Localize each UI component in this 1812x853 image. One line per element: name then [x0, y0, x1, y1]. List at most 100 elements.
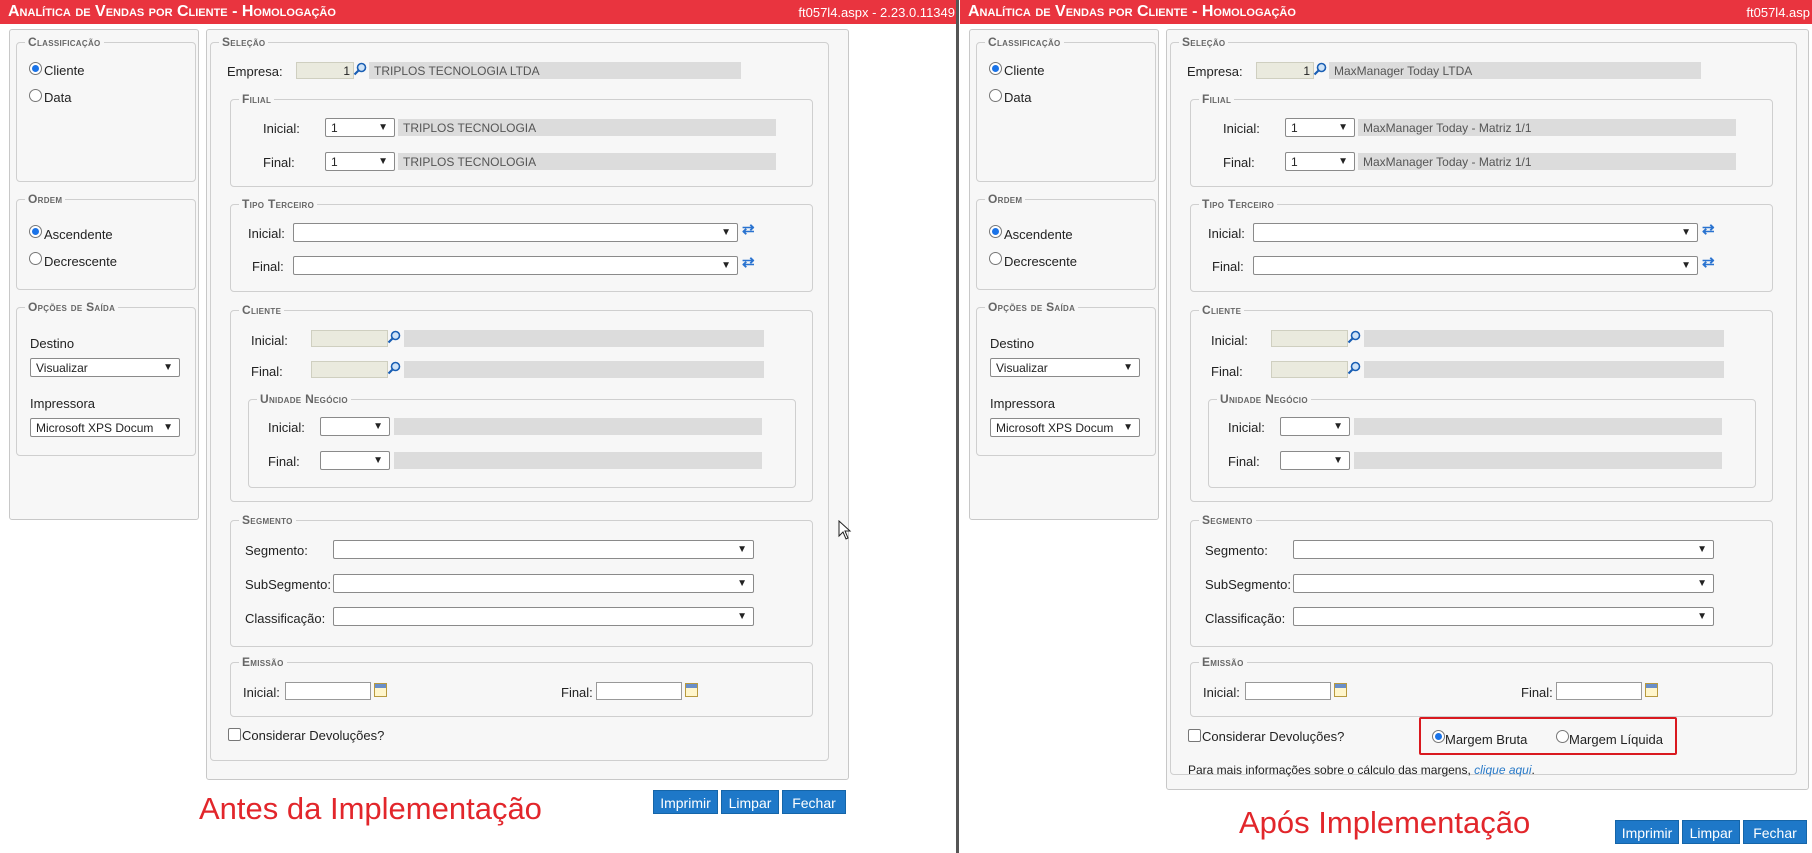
chevron-down-icon: ▼	[721, 227, 731, 238]
chevron-down-icon: ▼	[1123, 422, 1133, 433]
radio-decrescente[interactable]	[989, 252, 1002, 265]
radio-ascendente[interactable]	[989, 225, 1002, 238]
emissao-inicial-input[interactable]	[285, 682, 371, 700]
calendar-icon[interactable]	[1645, 683, 1658, 697]
limpar-button[interactable]: Limpar	[721, 790, 779, 814]
devolucoes-label: Considerar Devoluções?	[1202, 729, 1345, 744]
filial-final-select[interactable]: 1 ▼	[1285, 152, 1355, 171]
classificacao-group: Classificação	[16, 35, 196, 182]
unidade-inicial-name	[1354, 418, 1722, 435]
search-icon[interactable]	[1313, 62, 1327, 76]
subsegmento-select[interactable]: ▼	[1293, 574, 1714, 593]
tipo-final-select[interactable]: ▼	[293, 256, 738, 275]
clique-aqui-link[interactable]: clique aqui	[1474, 763, 1531, 777]
cliente-inicial-label: Inicial:	[1211, 333, 1248, 348]
refresh-icon[interactable]: ⇄	[1702, 222, 1715, 238]
classificacao-label: Classificação:	[1205, 611, 1286, 626]
chevron-down-icon: ▼	[1697, 611, 1707, 622]
impressora-select[interactable]: Microsoft XPS Docum ▼	[30, 418, 180, 437]
search-icon[interactable]	[353, 62, 367, 76]
filial-inicial-select[interactable]: 1 ▼	[325, 118, 395, 137]
emissao-final-input[interactable]	[1556, 682, 1642, 700]
margem-info: Para mais informações sobre o cálculo da…	[1188, 763, 1535, 777]
emissao-inicial-input[interactable]	[1245, 682, 1331, 700]
refresh-icon[interactable]: ⇄	[742, 222, 755, 238]
search-icon[interactable]	[387, 330, 401, 344]
calendar-icon[interactable]	[1334, 683, 1347, 697]
filial-final-name: TRIPLOS TECNOLOGIA	[398, 153, 776, 170]
unidade-inicial-name	[394, 418, 762, 435]
subsegmento-select[interactable]: ▼	[333, 574, 754, 593]
filial-inicial-label: Inicial:	[1223, 121, 1260, 136]
radio-data[interactable]	[29, 89, 42, 102]
radio-margem-bruta[interactable]	[1432, 730, 1445, 743]
radio-cliente[interactable]	[29, 62, 42, 75]
segmento-label: Segmento:	[245, 543, 308, 558]
radio-cliente-label: Cliente	[1004, 63, 1045, 78]
emissao-inicial-label: Inicial:	[243, 685, 280, 700]
chevron-down-icon: ▼	[1338, 122, 1348, 133]
cliente-final-name	[404, 361, 764, 378]
cliente-inicial-code[interactable]	[311, 330, 388, 347]
cliente-inicial-name	[1364, 330, 1724, 347]
impressora-label: Impressora	[30, 396, 96, 411]
window-title: Analítica de Vendas por Cliente - Homolo…	[8, 3, 336, 20]
search-icon[interactable]	[1347, 330, 1361, 344]
filial-final-select[interactable]: 1 ▼	[325, 152, 395, 171]
radio-ascendente[interactable]	[29, 225, 42, 238]
classificacao-select[interactable]: ▼	[333, 607, 754, 626]
fechar-button[interactable]: Fechar	[1743, 820, 1807, 844]
destino-select[interactable]: Visualizar ▼	[990, 358, 1140, 377]
calendar-icon[interactable]	[374, 683, 387, 697]
chevron-down-icon: ▼	[373, 455, 383, 466]
impressora-select[interactable]: Microsoft XPS Docum ▼	[990, 418, 1140, 437]
unidade-final-select[interactable]: ▼	[320, 451, 390, 470]
fechar-button[interactable]: Fechar	[782, 790, 846, 814]
destino-select[interactable]: Visualizar ▼	[30, 358, 180, 377]
cliente-final-code[interactable]	[1271, 361, 1348, 378]
empresa-name-field: TRIPLOS TECNOLOGIA LTDA	[369, 62, 741, 79]
devolucoes-checkbox[interactable]	[1188, 729, 1201, 742]
tipo-inicial-label: Inicial:	[1208, 226, 1245, 241]
tipo-final-label: Final:	[1212, 259, 1244, 274]
refresh-icon[interactable]: ⇄	[1702, 255, 1715, 271]
imprimir-button[interactable]: Imprimir	[653, 790, 718, 814]
unidade-inicial-select[interactable]: ▼	[1280, 417, 1350, 436]
cliente-final-code[interactable]	[311, 361, 388, 378]
refresh-icon[interactable]: ⇄	[742, 255, 755, 271]
radio-decrescente[interactable]	[29, 252, 42, 265]
radio-cliente[interactable]	[989, 62, 1002, 75]
chevron-down-icon: ▼	[373, 421, 383, 432]
search-icon[interactable]	[1347, 361, 1361, 375]
chevron-down-icon: ▼	[1681, 260, 1691, 271]
impressora-label: Impressora	[990, 396, 1056, 411]
radio-margem-liquida[interactable]	[1556, 730, 1569, 743]
chevron-down-icon: ▼	[737, 611, 747, 622]
search-icon[interactable]	[387, 361, 401, 375]
radio-data[interactable]	[989, 89, 1002, 102]
segmento-select[interactable]: ▼	[333, 540, 754, 559]
empresa-code-field[interactable]: 1	[296, 62, 354, 79]
emissao-final-input[interactable]	[596, 682, 682, 700]
limpar-button[interactable]: Limpar	[1682, 820, 1740, 844]
filial-final-name: MaxManager Today - Matriz 1/1	[1358, 153, 1736, 170]
chevron-down-icon: ▼	[1333, 421, 1343, 432]
screen-divider	[956, 0, 959, 853]
segmento-select[interactable]: ▼	[1293, 540, 1714, 559]
unidade-final-select[interactable]: ▼	[1280, 451, 1350, 470]
cliente-inicial-name	[404, 330, 764, 347]
devolucoes-checkbox[interactable]	[228, 728, 241, 741]
destino-label: Destino	[990, 336, 1035, 351]
empresa-code-field[interactable]: 1	[1256, 62, 1314, 79]
tipo-inicial-select[interactable]: ▼	[1253, 223, 1698, 242]
tipo-inicial-select[interactable]: ▼	[293, 223, 738, 242]
empresa-label: Empresa:	[1187, 64, 1243, 79]
tipo-final-select[interactable]: ▼	[1253, 256, 1698, 275]
imprimir-button[interactable]: Imprimir	[1615, 820, 1679, 844]
unidade-inicial-select[interactable]: ▼	[320, 417, 390, 436]
cliente-inicial-code[interactable]	[1271, 330, 1348, 347]
caption-antes: Antes da Implementação	[199, 791, 542, 826]
calendar-icon[interactable]	[685, 683, 698, 697]
classificacao-select[interactable]: ▼	[1293, 607, 1714, 626]
filial-inicial-select[interactable]: 1 ▼	[1285, 118, 1355, 137]
